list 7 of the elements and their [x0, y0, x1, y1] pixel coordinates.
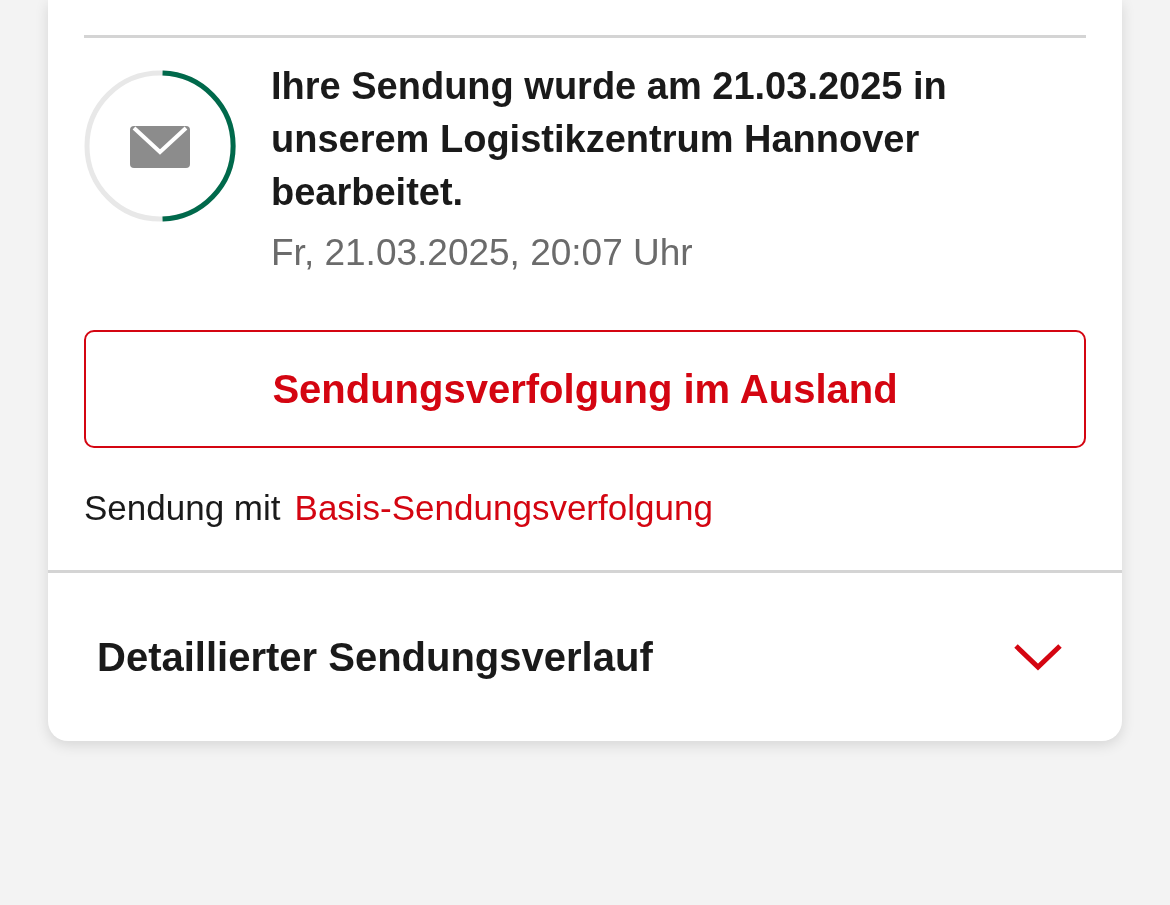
tracking-type-label: Sendung mit [84, 487, 281, 529]
event-message: Ihre Sendung wurde am 21.03.2025 in unserem Logistikzentrum Hannover bearbeitet. [271, 64, 948, 215]
event-timestamp: Fr, 21.03.2025, 20:07 Uhr [271, 231, 694, 275]
tracking-type-link[interactable]: Basis-Sendungsverfolgung [294, 486, 713, 530]
foreign-tracking-button[interactable]: Sendungsverfolgung im Ausland [84, 330, 1086, 448]
envelope-icon [130, 126, 190, 168]
history-section-header[interactable]: Detaillierter Sendungsverlauf [48, 573, 1122, 741]
